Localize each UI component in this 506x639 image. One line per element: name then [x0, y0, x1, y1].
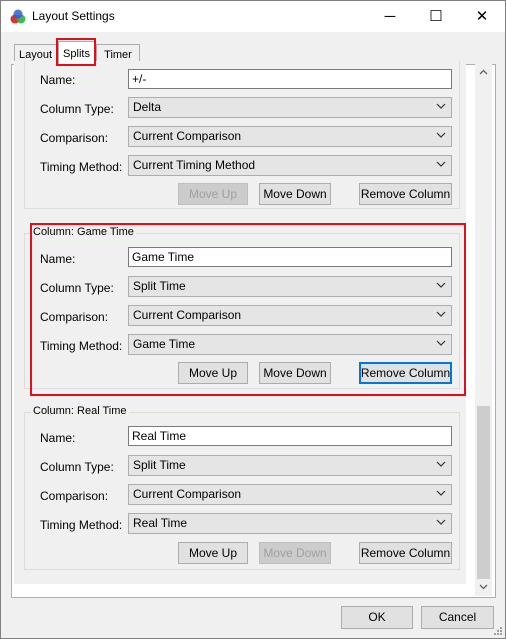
name-field[interactable]: Real Time [128, 426, 452, 446]
remove-column-label: Remove Column [360, 187, 451, 201]
tab-highlight [56, 38, 96, 66]
comparison-value: Current Comparison [133, 129, 242, 143]
tab-layout-label: Layout [18, 49, 53, 61]
timing-method-value: Current Timing Method [133, 158, 256, 172]
title-bar[interactable]: Layout Settings ─ ☐ ✕ [1, 1, 505, 32]
tab-timer-label: Timer [104, 49, 132, 61]
move-down-label: Move Down [263, 546, 327, 560]
comparison-select[interactable]: Current Comparison [128, 126, 452, 147]
column-type-select[interactable]: Split Time [128, 455, 452, 476]
comparison-label: Comparison: [40, 131, 109, 145]
cancel-label: Cancel [438, 610, 477, 624]
window-title: Layout Settings [32, 9, 115, 23]
column-type-label: Column Type: [40, 460, 114, 474]
vertical-scrollbar[interactable] [475, 61, 492, 596]
timing-method-select[interactable]: Current Timing Method [128, 155, 452, 176]
chevron-down-icon [436, 161, 446, 167]
chevron-down-icon [436, 132, 446, 138]
scroll-down-icon[interactable] [479, 582, 488, 591]
group-legend: Column: Real Time [31, 405, 129, 417]
move-up-label: Move Up [188, 546, 238, 560]
ok-button[interactable]: OK [341, 606, 413, 629]
layout-settings-window: Layout Settings ─ ☐ ✕ Layout Splits Time… [0, 0, 506, 639]
name-field[interactable]: +/- [128, 69, 452, 89]
name-label: Name: [40, 431, 76, 445]
minimize-button[interactable]: ─ [367, 1, 413, 32]
minimize-icon: ─ [384, 8, 396, 25]
column-type-label: Column Type: [40, 102, 114, 116]
close-icon: ✕ [475, 8, 489, 25]
scroll-up-icon[interactable] [479, 68, 488, 77]
resize-grip-icon[interactable] [492, 625, 503, 636]
move-down-button[interactable]: Move Down [259, 542, 331, 564]
move-down-label: Move Down [263, 187, 327, 201]
ok-label: OK [368, 610, 386, 624]
remove-column-button[interactable]: Remove Column [359, 542, 452, 564]
timing-method-label: Timing Method: [40, 160, 123, 174]
move-up-label: Move Up [188, 187, 238, 201]
column-type-select[interactable]: Delta [128, 97, 452, 118]
name-label: Name: [40, 73, 76, 87]
name-value: Real Time [132, 429, 187, 443]
timing-method-value: Real Time [133, 516, 188, 530]
chevron-down-icon [436, 103, 446, 109]
move-up-button[interactable]: Move Up [178, 542, 248, 564]
remove-column-button[interactable]: Remove Column [359, 183, 452, 205]
comparison-label: Comparison: [40, 489, 109, 503]
move-up-button[interactable]: Move Up [178, 183, 248, 205]
maximize-button[interactable]: ☐ [413, 1, 459, 32]
chevron-down-icon [436, 519, 446, 525]
cancel-button[interactable]: Cancel [421, 606, 494, 629]
game-time-highlight [30, 223, 466, 396]
remove-column-label: Remove Column [360, 546, 451, 560]
chevron-down-icon [436, 461, 446, 467]
close-button[interactable]: ✕ [459, 1, 505, 32]
timing-method-select[interactable]: Real Time [128, 513, 452, 534]
timing-method-label: Timing Method: [40, 518, 123, 532]
column-type-value: Split Time [133, 458, 186, 472]
app-icon [10, 9, 26, 24]
name-value: +/- [132, 72, 147, 86]
chevron-down-icon [436, 490, 446, 496]
comparison-select[interactable]: Current Comparison [128, 484, 452, 505]
maximize-icon: ☐ [429, 8, 443, 25]
comparison-value: Current Comparison [133, 487, 242, 501]
scrollbar-thumb[interactable] [477, 406, 490, 579]
move-down-button[interactable]: Move Down [259, 183, 331, 205]
column-type-value: Delta [133, 100, 162, 114]
